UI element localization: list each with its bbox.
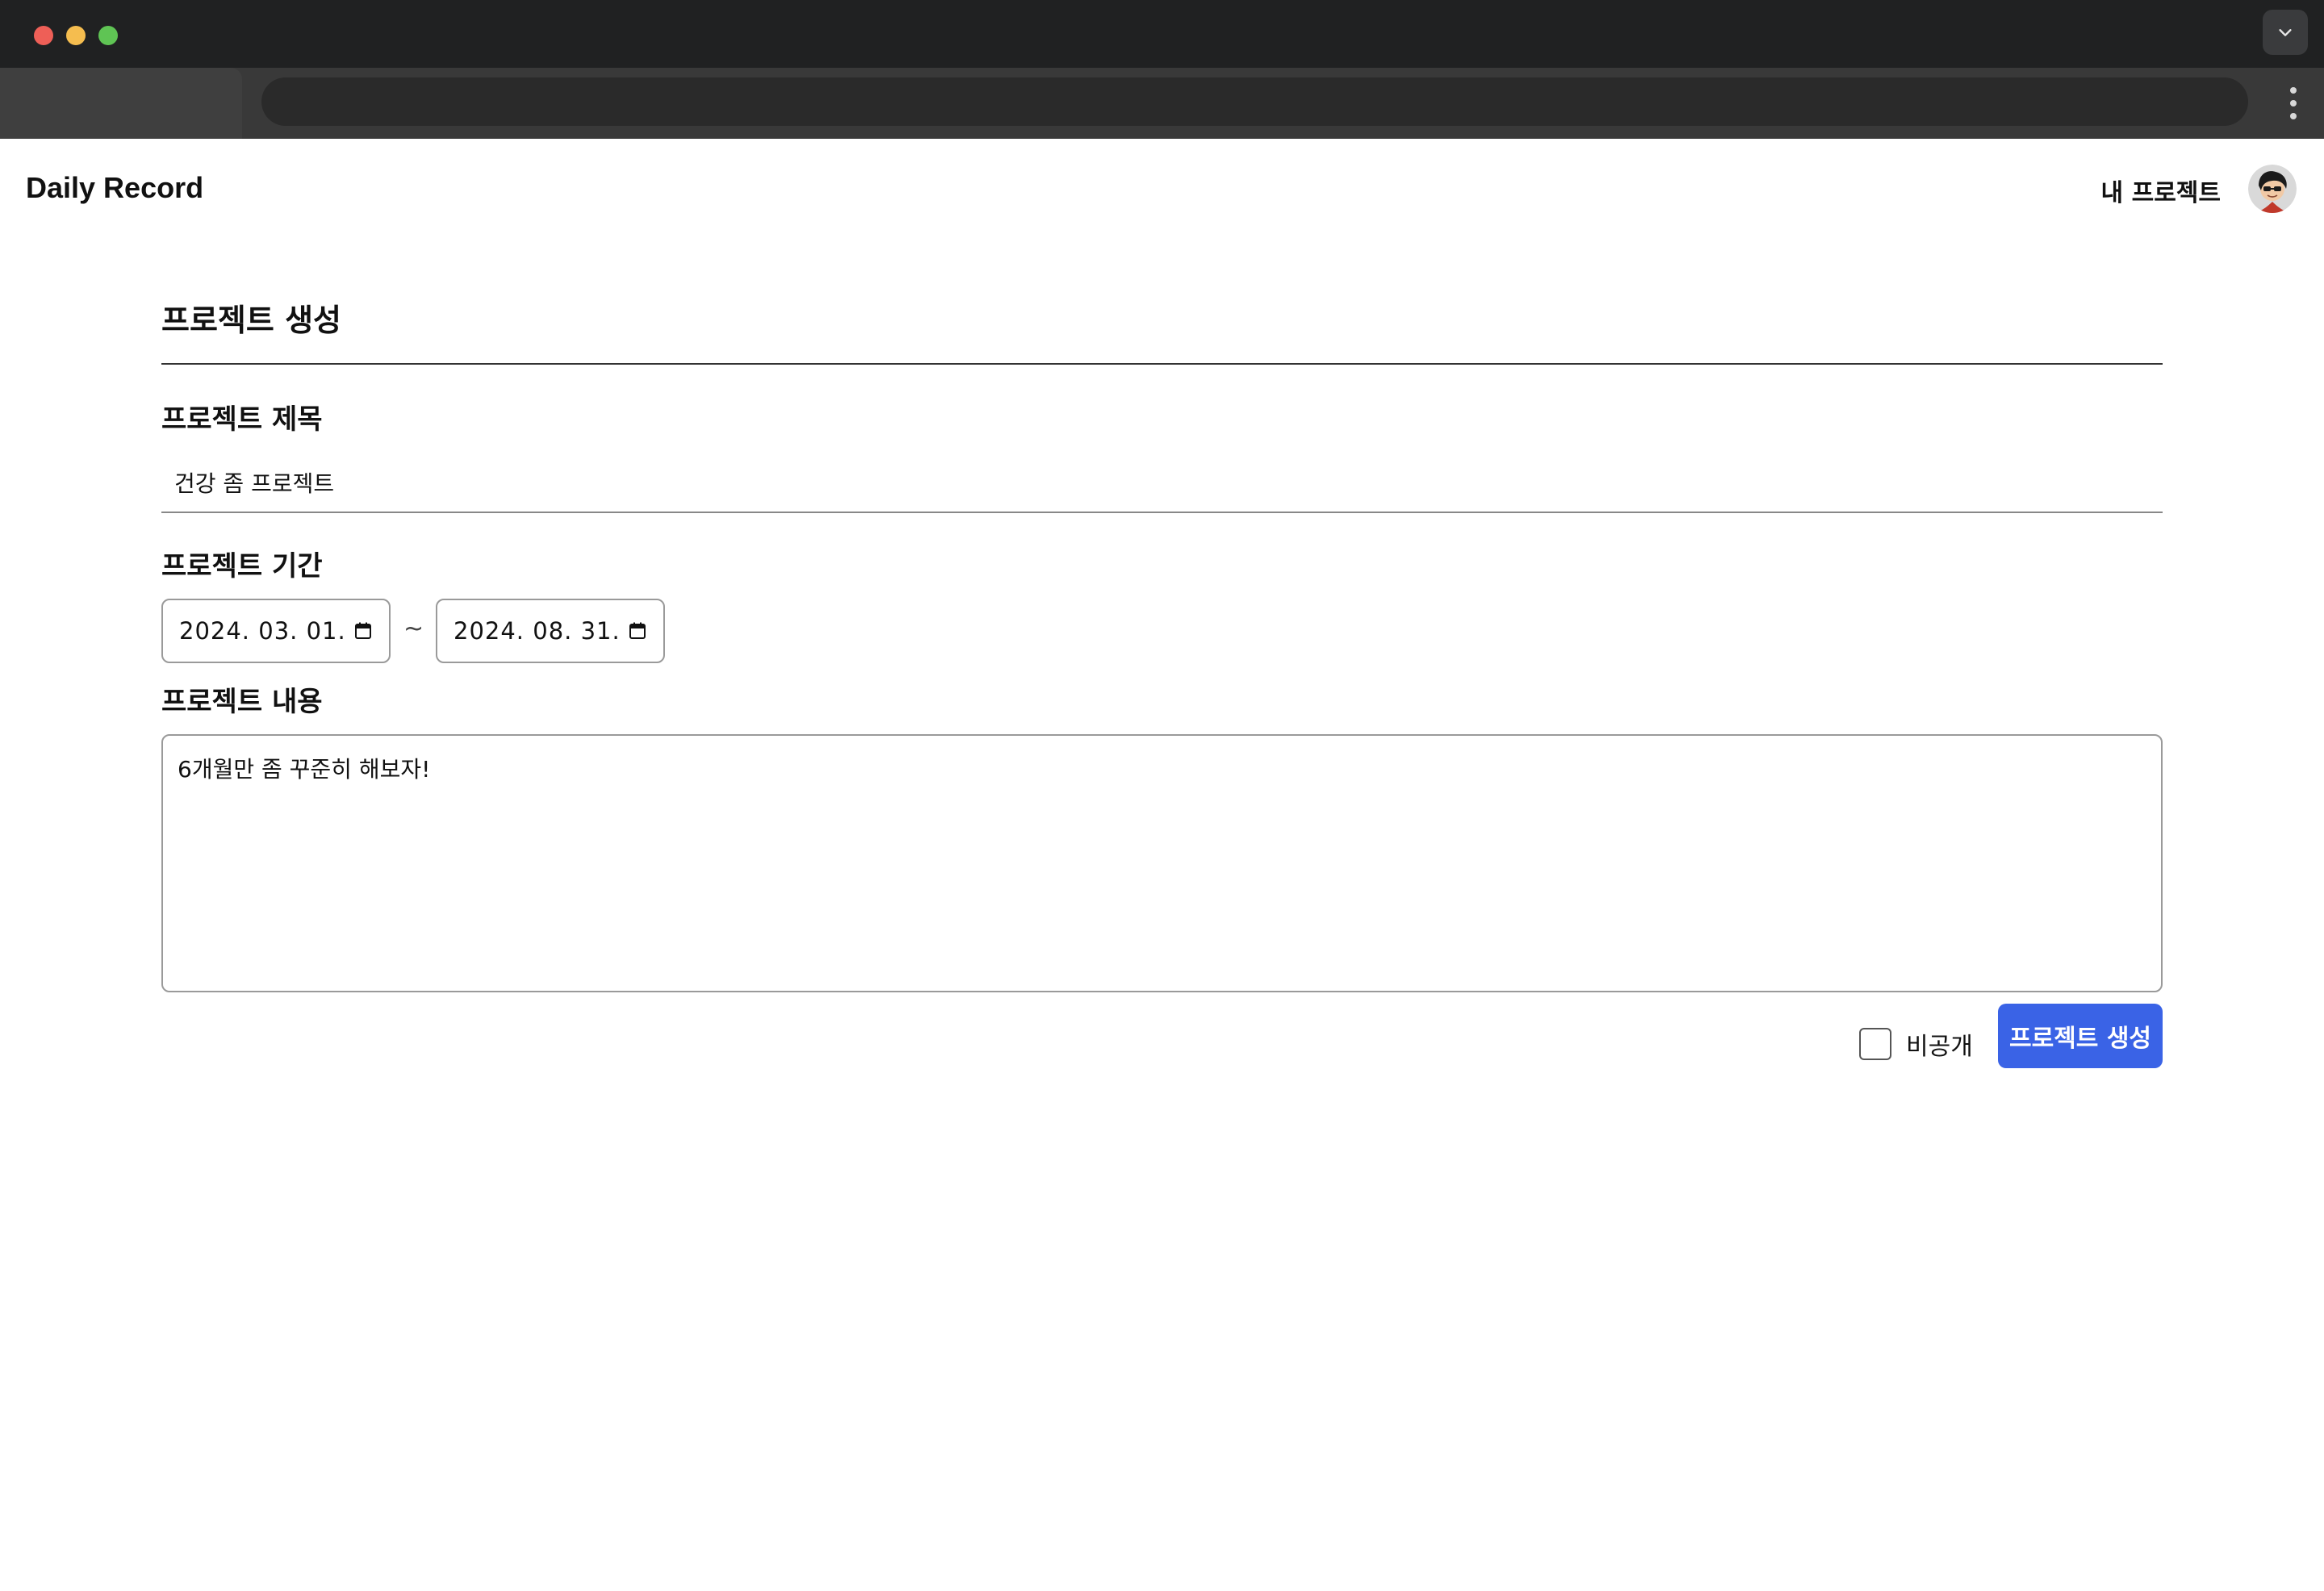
user-avatar-icon[interactable]: [2248, 165, 2297, 213]
calendar-icon[interactable]: [628, 621, 647, 641]
browser-menu-button[interactable]: [2288, 87, 2298, 119]
end-date-value: 2024. 08. 31.: [454, 617, 621, 645]
create-project-button[interactable]: 프로젝트 생성: [1998, 1004, 2163, 1068]
start-date-input[interactable]: 2024. 03. 01.: [161, 599, 391, 663]
page-title: 프로젝트 생성: [161, 303, 341, 338]
minimize-window-button[interactable]: [66, 26, 86, 45]
date-range-separator: ~: [403, 615, 424, 643]
project-period-label: 프로젝트 기간: [161, 550, 323, 583]
close-window-button[interactable]: [34, 26, 53, 45]
project-content-textarea[interactable]: 6개월만 좀 꾸준히 해보자!: [161, 734, 2163, 992]
private-label: 비공개: [1906, 1033, 1973, 1061]
end-date-input[interactable]: 2024. 08. 31.: [436, 599, 665, 663]
nav-my-projects-link[interactable]: 내 프로젝트: [2101, 173, 2221, 208]
project-title-label: 프로젝트 제목: [161, 403, 323, 436]
chevron-down-icon: [2279, 29, 2292, 36]
app-header: Daily Record 내 프로젝트: [0, 139, 2324, 239]
private-checkbox[interactable]: [1859, 1028, 1891, 1060]
title-divider: [161, 363, 2163, 365]
browser-titlebar: [0, 0, 2324, 68]
project-content-label: 프로젝트 내용: [161, 686, 323, 718]
brand-logo[interactable]: Daily Record: [26, 171, 203, 205]
maximize-window-button[interactable]: [98, 26, 118, 45]
project-title-input[interactable]: [161, 453, 2163, 513]
more-dots-icon: [2290, 87, 2297, 94]
address-bar[interactable]: [261, 77, 2248, 126]
tab-search-button[interactable]: [2263, 10, 2308, 55]
browser-toolbar: [0, 68, 2324, 139]
start-date-value: 2024. 03. 01.: [179, 617, 346, 645]
calendar-icon[interactable]: [353, 621, 373, 641]
browser-active-tab[interactable]: [0, 68, 242, 139]
private-option[interactable]: 비공개: [1859, 1020, 1973, 1068]
